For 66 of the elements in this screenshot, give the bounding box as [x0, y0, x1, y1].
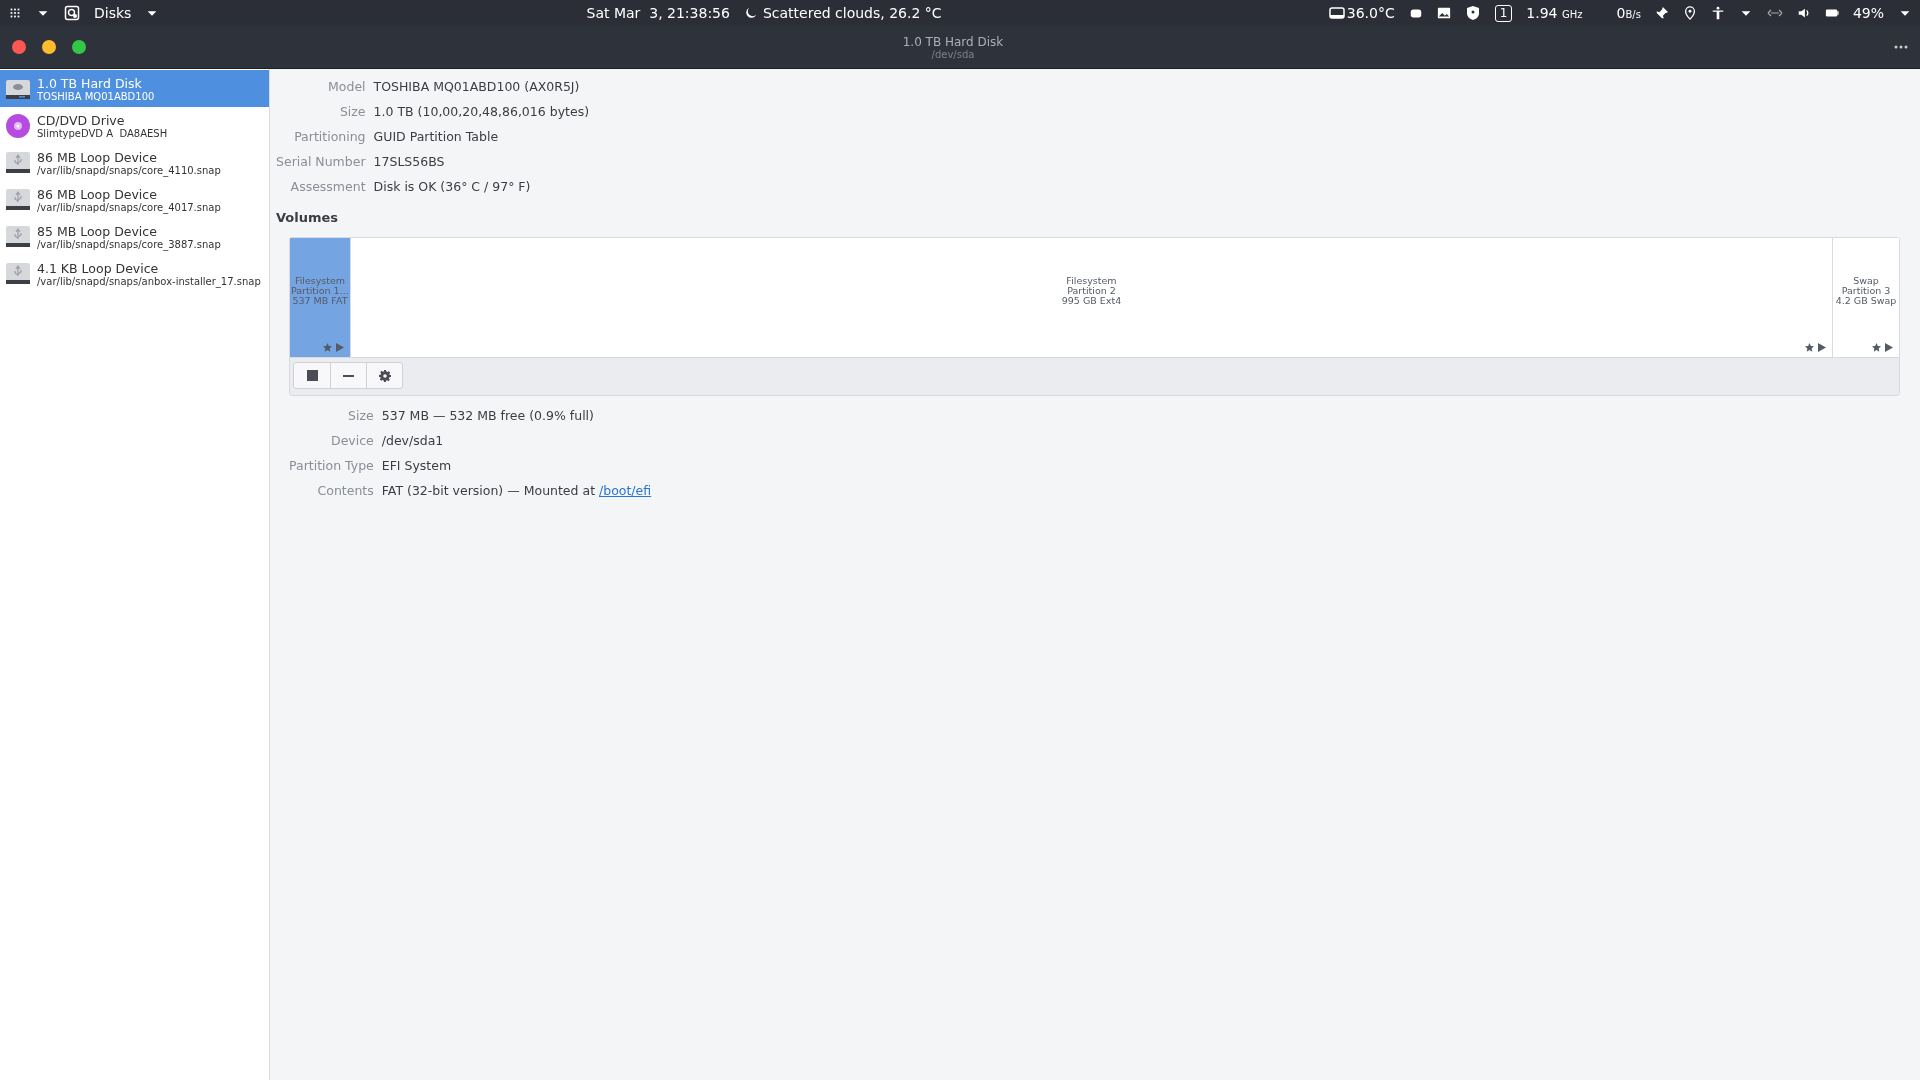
field-label: Serial Number	[276, 153, 366, 171]
workspace-indicator[interactable]: 1	[1494, 4, 1513, 22]
shield-icon[interactable]	[1464, 5, 1481, 21]
minus-icon	[343, 374, 354, 377]
window-subtitle: /dev/sda	[931, 48, 975, 60]
app-grid-icon[interactable]	[8, 6, 22, 20]
field-label: Contents	[316, 482, 374, 500]
cpu-frequency: 1.94	[1526, 5, 1558, 21]
usb-drive-icon	[5, 186, 31, 213]
field-value: EFI System	[381, 457, 453, 475]
field-value: FAT (32-bit version) — Mounted at /boot/efi	[381, 482, 652, 500]
close-button[interactable]	[12, 40, 26, 54]
minimize-button[interactable]	[42, 40, 56, 54]
usb-drive-icon	[5, 260, 31, 287]
field-label: Partition Type	[289, 457, 374, 475]
field-value: 537 MB — 532 MB free (0.9% full)	[381, 407, 595, 425]
cpu-unit: GHz	[1561, 9, 1583, 20]
field-value: GUID Partition Table	[373, 128, 500, 146]
star-icon	[323, 343, 332, 352]
field-value: 17SLS56BS	[373, 153, 446, 171]
device-list-item[interactable]: 85 MB Loop Device /var/lib/snapd/snaps/core_3887.snap	[0, 218, 269, 255]
image-icon[interactable]	[1436, 6, 1451, 20]
field-value: Disk is OK (36° C / 97° F)	[373, 178, 532, 196]
clock[interactable]: Sat Mar 3, 21:38:56	[586, 5, 730, 21]
battery-percentage[interactable]: 49%	[1852, 5, 1884, 21]
star-icon	[1805, 343, 1814, 352]
section-heading: Volumes	[276, 210, 340, 225]
network-unit: B/s	[1625, 9, 1641, 20]
field-label: Partitioning	[293, 128, 366, 146]
mount-point-link[interactable]: /boot/efi	[599, 483, 652, 498]
star-icon	[1872, 343, 1881, 352]
play-icon	[1818, 343, 1826, 352]
disc-icon	[5, 112, 31, 139]
menu-icon[interactable]	[1894, 45, 1908, 49]
network-speed: 0	[1616, 5, 1626, 21]
volume-icon[interactable]	[1796, 6, 1811, 20]
accessibility-icon[interactable]	[1710, 6, 1725, 20]
window-title: 1.0 TB Hard Disk	[902, 34, 1004, 49]
weather-icon[interactable]	[743, 6, 758, 20]
device-list-item[interactable]: CD/DVD Drive SlimtypeDVD A DA8AESH	[0, 107, 269, 144]
field-label: Assessment	[289, 178, 366, 196]
disk-temperature: 36.0°C	[1346, 5, 1395, 21]
field-label: Size	[338, 103, 366, 121]
device-list-item[interactable]: 86 MB Loop Device /var/lib/snapd/snaps/core_4017.snap	[0, 181, 269, 218]
field-label: Size	[347, 407, 374, 425]
field-value: /dev/sda1	[381, 432, 445, 450]
weather-text[interactable]: Scattered clouds, 26.2 °C	[762, 5, 942, 21]
field-value: TOSHIBA MQ01ABD100 (AX0R5J)	[373, 78, 581, 96]
pin-icon[interactable]	[1654, 6, 1669, 20]
location-icon[interactable]	[1682, 6, 1697, 20]
field-value: 1.0 TB (10,00,20,48,86,016 bytes)	[373, 103, 590, 121]
partition-block[interactable]: Swap Partition 3 4.2 GB Swap	[1832, 238, 1899, 357]
field-label: Model	[327, 78, 366, 96]
stop-icon	[306, 370, 318, 381]
field-label: Device	[330, 432, 374, 450]
usb-drive-icon	[5, 223, 31, 250]
usb-drive-icon	[5, 149, 31, 176]
play-icon	[336, 343, 344, 352]
app-menu-label[interactable]: Disks	[94, 5, 132, 21]
play-icon	[1885, 343, 1893, 352]
device-list-item[interactable]: 86 MB Loop Device /var/lib/snapd/snaps/core_4110.snap	[0, 144, 269, 181]
disk-app-icon[interactable]	[64, 5, 80, 21]
partition-block[interactable]: Filesystem Partition 2 995 GB Ext4	[350, 238, 1832, 357]
device-list-item[interactable]: 4.1 KB Loop Device /var/lib/snapd/snaps/anbox-installer_17.snap	[0, 255, 269, 292]
settings-icon	[378, 369, 391, 382]
maximize-button[interactable]	[72, 40, 86, 54]
